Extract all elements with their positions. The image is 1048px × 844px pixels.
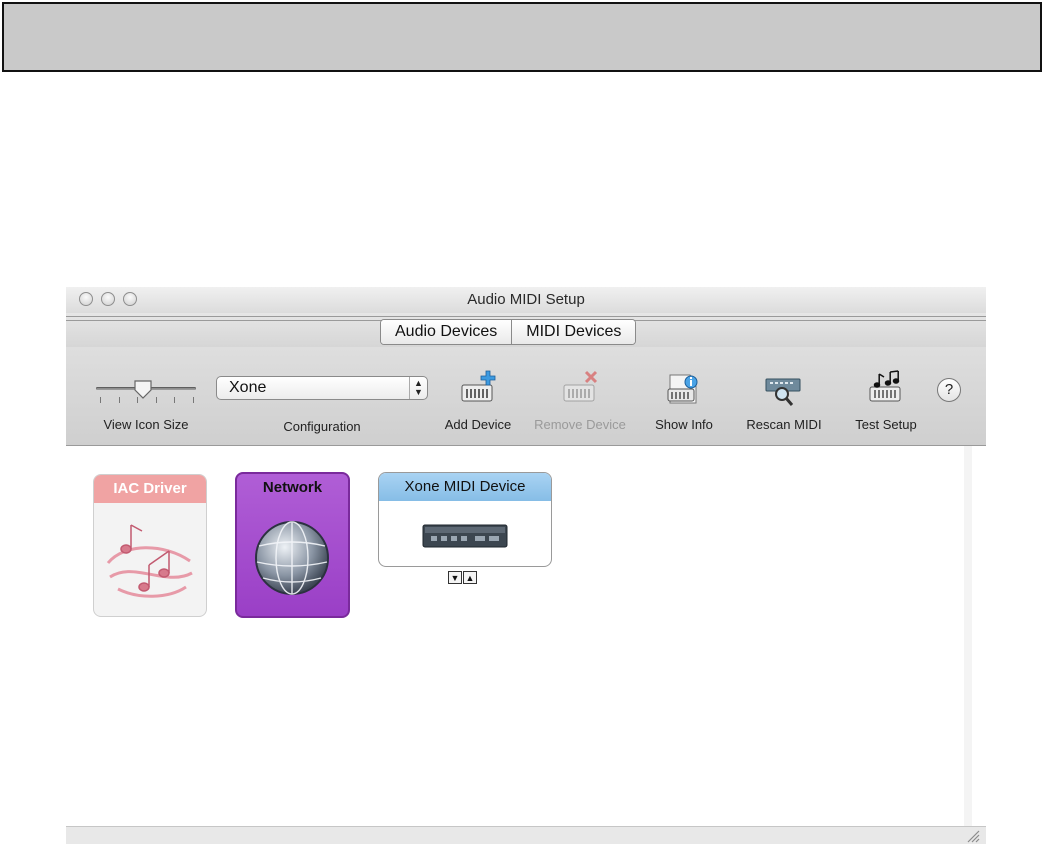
slider-ticks xyxy=(100,397,194,403)
port-down-arrow[interactable]: ▼ xyxy=(448,571,462,584)
device-xone-midi[interactable]: Xone MIDI Device xyxy=(378,472,552,567)
midi-devices-canvas: IAC Driver Network Xone MIDI Device ▼ ▲ xyxy=(66,446,986,826)
remove-device-icon[interactable] xyxy=(560,369,600,409)
rescan-midi-icon[interactable] xyxy=(764,369,804,409)
device-name: Network xyxy=(262,479,323,496)
port-up-arrow[interactable]: ▲ xyxy=(463,571,477,584)
device-network[interactable]: Network xyxy=(235,472,350,618)
view-icon-size-label: View Icon Size xyxy=(103,417,189,432)
show-info-icon[interactable] xyxy=(662,369,702,409)
device-name: Xone MIDI Device xyxy=(379,473,551,501)
configuration-label: Configuration xyxy=(283,419,361,434)
port-arrows: ▼ ▲ xyxy=(448,571,477,584)
test-setup-label: Test Setup xyxy=(855,417,917,432)
canvas-edge xyxy=(964,446,972,826)
window-title: Audio MIDI Setup xyxy=(467,291,585,308)
add-device-icon[interactable] xyxy=(458,369,498,409)
title-bar: Audio MIDI Setup xyxy=(66,287,986,313)
help-button[interactable]: ? xyxy=(937,378,961,402)
top-banner xyxy=(2,2,1042,72)
audio-midi-setup-window: Audio MIDI Setup Audio Devices MIDI Devi… xyxy=(66,287,986,844)
toolbar: View Icon Size Xone ▲ ▼ Configuration Add… xyxy=(66,347,986,446)
configuration-value: Xone xyxy=(229,379,267,396)
music-notes-icon xyxy=(106,524,193,598)
tab-bar: Audio Devices MIDI Devices xyxy=(66,313,986,347)
popup-arrows-icon: ▲ ▼ xyxy=(409,377,427,399)
resize-grip-icon[interactable] xyxy=(966,829,980,843)
tab-audio-devices[interactable]: Audio Devices xyxy=(381,320,512,344)
add-device-label: Add Device xyxy=(444,417,512,432)
midi-interface-icon xyxy=(422,524,508,548)
globe-icon xyxy=(255,521,329,595)
tab-segmented-control: Audio Devices MIDI Devices xyxy=(380,319,637,345)
test-setup-icon[interactable] xyxy=(866,369,906,409)
tab-midi-devices[interactable]: MIDI Devices xyxy=(511,320,636,344)
show-info-label: Show Info xyxy=(655,417,713,432)
configuration-popup[interactable]: Xone ▲ ▼ xyxy=(216,376,428,400)
device-name: IAC Driver xyxy=(94,475,206,503)
remove-device-label: Remove Device xyxy=(534,417,626,432)
window-bottom-bar xyxy=(66,826,986,844)
rescan-midi-label: Rescan MIDI xyxy=(746,417,822,432)
tab-bar-divider xyxy=(66,316,986,317)
device-iac-driver[interactable]: IAC Driver xyxy=(93,474,207,617)
